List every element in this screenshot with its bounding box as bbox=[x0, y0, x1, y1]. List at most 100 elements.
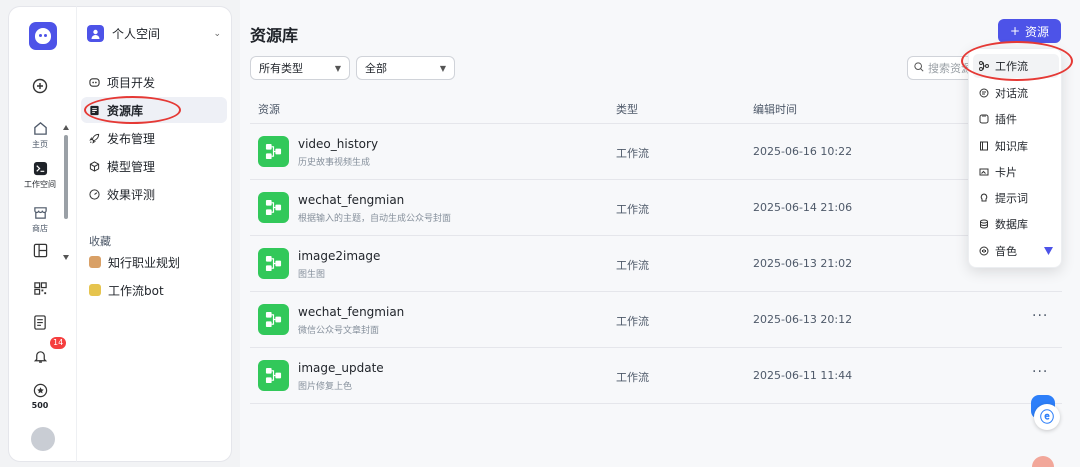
user-icon bbox=[87, 25, 104, 42]
favorite-label: 工作流bot bbox=[108, 283, 164, 298]
chevron-down-icon: ▼ bbox=[334, 63, 341, 73]
nav-item-library[interactable]: 资源库 bbox=[81, 97, 227, 123]
dropdown-item-card[interactable]: 卡片 bbox=[973, 160, 1059, 184]
resource-desc: 微信公众号文章封面 bbox=[298, 326, 380, 336]
dropdown-item-label: 工作流 bbox=[995, 60, 1028, 73]
points-value: 500 bbox=[31, 401, 49, 410]
table-row[interactable]: video_history 历史故事视频生成 工作流 2025-06-16 10… bbox=[250, 124, 1062, 180]
rail-scrollbar[interactable] bbox=[63, 125, 69, 265]
layout-button[interactable] bbox=[9, 241, 71, 259]
nav-item-label: 效果评测 bbox=[107, 187, 156, 202]
resource-desc: 历史故事视频生成 bbox=[298, 158, 371, 168]
table-row[interactable]: image2image 图生图 工作流 2025-06-13 21:02 bbox=[250, 236, 1062, 292]
more-options-icon[interactable]: ··· bbox=[1032, 364, 1048, 380]
resource-type: 工作流 bbox=[616, 147, 649, 160]
dropdown-item-label: 对话流 bbox=[995, 87, 1028, 100]
chat-icon bbox=[979, 88, 989, 98]
nav-item-label: 发布管理 bbox=[107, 131, 156, 146]
add-resource-button[interactable]: + 资源 bbox=[998, 19, 1061, 43]
table-row[interactable]: wechat_fengmian 根据输入的主题，自动生成公众号封面 工作流 20… bbox=[250, 180, 1062, 236]
resource-name: wechat_fengmian bbox=[298, 193, 405, 207]
search-input[interactable]: 搜索资源 bbox=[907, 56, 977, 80]
database-icon bbox=[979, 219, 989, 229]
table-header: 资源 类型 编辑时间 bbox=[250, 96, 1062, 124]
rail-item-label: 工作空间 bbox=[24, 180, 56, 189]
column-header: 类型 bbox=[616, 103, 638, 116]
resource-type-dropdown: 工作流 对话流 插件 知识库 卡片 提示词 数据库 音色 bbox=[968, 48, 1062, 268]
dropdown-item-label: 提示词 bbox=[995, 192, 1028, 205]
bulb-icon bbox=[979, 193, 989, 203]
favorite-bot-icon bbox=[89, 256, 101, 268]
resource-time: 2025-06-14 21:06 bbox=[753, 201, 853, 214]
points-button[interactable]: 500 bbox=[9, 381, 71, 410]
nav-item-publish[interactable]: 发布管理 bbox=[81, 125, 227, 151]
resource-name: image_update bbox=[298, 361, 384, 375]
rail-item-workspace[interactable]: 工作空间 bbox=[9, 159, 71, 190]
dropdown-item-workflow[interactable]: 工作流 bbox=[973, 54, 1059, 78]
avatar[interactable] bbox=[31, 427, 55, 451]
dropdown-item-label: 插件 bbox=[995, 113, 1017, 126]
favorite-item[interactable]: 工作流bot bbox=[81, 277, 227, 303]
resource-name: image2image bbox=[298, 249, 381, 263]
dropdown-item-plugin[interactable]: 插件 bbox=[973, 107, 1059, 131]
resource-time: 2025-06-16 10:22 bbox=[753, 145, 853, 158]
rail-item-store[interactable]: 商店 bbox=[9, 203, 71, 234]
type-filter-select[interactable]: 所有类型 ▼ bbox=[250, 56, 350, 80]
scope-filter-select[interactable]: 全部 ▼ bbox=[356, 56, 455, 80]
dropdown-item-database[interactable]: 数据库 bbox=[973, 212, 1059, 236]
favorite-item[interactable]: 知行职业规划 bbox=[81, 249, 227, 275]
chevron-down-icon: ▼ bbox=[439, 63, 446, 73]
workflow-icon bbox=[258, 248, 289, 279]
table-row[interactable]: wechat_fengmian 微信公众号文章封面 工作流 2025-06-13… bbox=[250, 292, 1062, 348]
resource-time: 2025-06-13 20:12 bbox=[753, 313, 853, 326]
store-icon bbox=[31, 203, 49, 221]
rail-item-home[interactable]: 主页 bbox=[9, 119, 71, 150]
star-coin-icon bbox=[31, 381, 49, 399]
dropdown-item-voice[interactable]: 音色 bbox=[973, 239, 1059, 263]
add-resource-label: 资源 bbox=[1025, 24, 1050, 39]
document-icon bbox=[31, 313, 49, 331]
resource-desc: 根据输入的主题，自动生成公众号封面 bbox=[298, 214, 452, 224]
more-options-icon[interactable]: ··· bbox=[1032, 308, 1048, 324]
dropdown-item-chatflow[interactable]: 对话流 bbox=[973, 81, 1059, 105]
nav-item-models[interactable]: 模型管理 bbox=[81, 153, 227, 179]
dropdown-item-prompt[interactable]: 提示词 bbox=[973, 186, 1059, 210]
resource-desc: 图生图 bbox=[298, 270, 326, 280]
space-switcher[interactable]: 个人空间 ⌄ bbox=[87, 25, 221, 42]
scroll-up-icon[interactable] bbox=[63, 125, 69, 130]
apps-button[interactable] bbox=[9, 279, 71, 297]
library-icon bbox=[89, 105, 100, 116]
workflow-icon bbox=[258, 360, 289, 391]
nav-item-label: 模型管理 bbox=[107, 159, 156, 174]
chevron-down-icon: ⌄ bbox=[213, 28, 221, 39]
workflow-icon bbox=[258, 304, 289, 335]
voice-icon bbox=[979, 246, 989, 256]
dropdown-item-label: 卡片 bbox=[995, 166, 1017, 179]
assistant-float-icon[interactable]: ⓔ bbox=[1034, 404, 1060, 430]
workflow-icon bbox=[258, 192, 289, 223]
resource-type: 工作流 bbox=[616, 203, 649, 216]
main-content: 资源库 + 资源 所有类型 ▼ 全部 ▼ 搜索资源 资源 类型 编辑时间 vid… bbox=[240, 0, 1080, 467]
workflow-icon bbox=[258, 136, 289, 167]
left-rail: 主页 工作空间 商店 14 500 bbox=[8, 6, 76, 462]
column-header: 资源 bbox=[258, 103, 280, 116]
app-logo[interactable] bbox=[29, 22, 57, 50]
dropdown-item-knowledge[interactable]: 知识库 bbox=[973, 134, 1059, 158]
resource-name: video_history bbox=[298, 137, 379, 151]
column-header: 编辑时间 bbox=[753, 103, 797, 116]
dropdown-item-label: 数据库 bbox=[995, 218, 1028, 231]
create-button[interactable] bbox=[9, 77, 71, 95]
notification-badge: 14 bbox=[49, 336, 68, 350]
table-row[interactable]: image_update 图片修复上色 工作流 2025-06-11 11:44… bbox=[250, 348, 1062, 404]
scroll-thumb[interactable] bbox=[64, 135, 68, 219]
plus-circle-icon bbox=[31, 77, 49, 95]
nav-item-project-dev[interactable]: 项目开发 bbox=[81, 69, 227, 95]
page-title: 资源库 bbox=[250, 26, 299, 45]
bot-icon bbox=[89, 77, 100, 88]
scroll-down-icon[interactable] bbox=[63, 255, 69, 260]
space-name: 个人空间 bbox=[112, 27, 161, 41]
docs-button[interactable] bbox=[9, 313, 71, 331]
resource-time: 2025-06-11 11:44 bbox=[753, 369, 853, 382]
terminal-icon bbox=[31, 159, 49, 177]
nav-item-evaluation[interactable]: 效果评测 bbox=[81, 181, 227, 207]
